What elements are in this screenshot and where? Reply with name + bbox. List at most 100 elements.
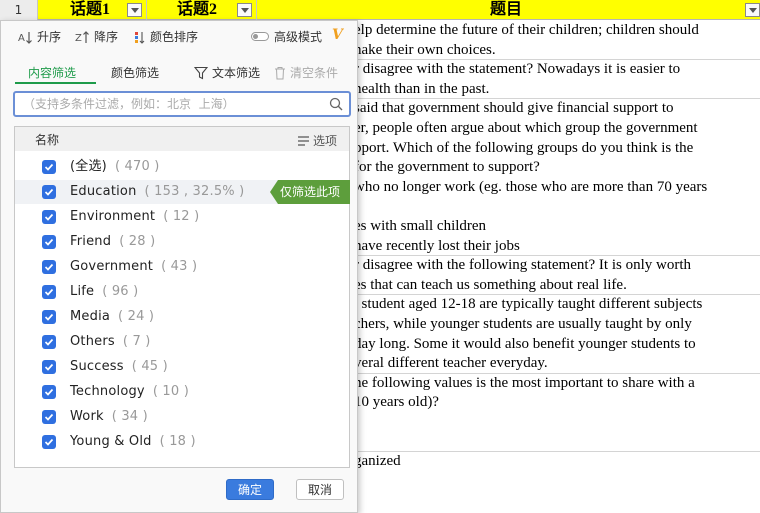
cell-text-line: chers, while younger students are usuall… <box>354 316 692 332</box>
checkbox[interactable] <box>42 335 56 349</box>
list-item-label: Technology ( 10 ) <box>70 383 189 401</box>
list-item-label: Government ( 43 ) <box>70 258 197 276</box>
filter-dropdown-topic2[interactable] <box>237 3 252 17</box>
checkbox[interactable] <box>42 210 56 224</box>
sort-descending-icon: Z <box>75 30 89 44</box>
cell-text-line: who no longer work (eg. those who are mo… <box>354 178 708 195</box>
list-item-label: Education ( 153 , 32.5% ) <box>70 183 244 201</box>
list-item-label: Environment ( 12 ) <box>70 208 199 226</box>
list-item[interactable]: Environment ( 12 ) <box>15 205 349 229</box>
column-header-question[interactable]: 题目 <box>490 0 522 20</box>
clear-conditions-label: 清空条件 <box>290 66 339 80</box>
item-name: Friend <box>70 234 112 249</box>
list-item[interactable]: Young & Old ( 18 ) <box>15 430 349 454</box>
list-item[interactable]: Others ( 7 ) <box>15 330 349 354</box>
item-count: ( 10 ) <box>152 384 189 399</box>
checkbox[interactable] <box>42 410 56 424</box>
checkbox[interactable] <box>42 385 56 399</box>
list-item[interactable]: Technology ( 10 ) <box>15 380 349 404</box>
clear-conditions-button[interactable]: 清空条件 <box>274 64 338 82</box>
item-name: Education <box>70 184 137 199</box>
list-item-label: Young & Old ( 18 ) <box>70 433 196 451</box>
cell-text-line: es with small children <box>354 218 487 234</box>
tab-color-filter[interactable]: 颜色筛选 <box>111 64 159 82</box>
item-count: ( 12 ) <box>163 209 200 224</box>
row-number[interactable]: 1 <box>0 0 38 20</box>
sort-descending-button[interactable]: Z 降序 <box>75 28 118 46</box>
checkmark-icon <box>44 238 54 246</box>
cell-text-line: veral different teacher everyday. <box>354 355 548 372</box>
item-count: ( 18 ) <box>159 434 196 449</box>
filter-dropdown-question[interactable] <box>745 3 760 17</box>
list-item[interactable]: Media ( 24 ) <box>15 305 349 329</box>
filter-dropdown-topic1[interactable] <box>127 3 142 17</box>
cancel-button[interactable]: 取消 <box>296 479 344 500</box>
header-row: 1 话题1 话题2 题目 <box>0 0 760 20</box>
item-count: ( 28 ) <box>119 234 156 249</box>
checkbox[interactable] <box>42 160 56 174</box>
ok-button[interactable]: 确定 <box>226 479 274 500</box>
item-name: (全选) <box>70 159 107 174</box>
cell-text-line: , student aged 12-18 are typically taugh… <box>354 296 703 313</box>
text-filter-button[interactable]: 文本筛选 <box>194 64 260 82</box>
item-name: Government <box>70 259 154 274</box>
column-divider <box>256 0 257 20</box>
list-item-label: (全选) ( 470 ) <box>70 158 160 176</box>
search-input[interactable] <box>23 95 323 113</box>
cell-text-line: ganized <box>354 453 401 470</box>
only-filter-this-button[interactable]: 仅筛选此项 <box>270 180 350 204</box>
list-item-select-all[interactable]: (全选) ( 470 ) <box>15 155 349 179</box>
list-item[interactable]: Work ( 34 ) <box>15 405 349 429</box>
item-count: ( 96 ) <box>102 284 139 299</box>
item-name: Technology <box>70 384 145 399</box>
checkbox[interactable] <box>42 285 56 299</box>
item-name: Others <box>70 334 115 349</box>
column-header-topic1[interactable]: 话题1 <box>70 0 110 20</box>
text-filter-label: 文本筛选 <box>212 66 261 80</box>
tab-content-filter[interactable]: 内容筛选 <box>28 64 76 82</box>
list-header: 名称 选项 <box>15 127 349 151</box>
checkbox[interactable] <box>42 360 56 374</box>
sort-descending-label: 降序 <box>94 30 119 44</box>
item-count: ( 153 , 32.5% ) <box>144 184 245 199</box>
checkmark-icon <box>44 263 54 271</box>
search-box <box>13 91 351 117</box>
checkmark-icon <box>44 188 54 196</box>
list-item[interactable]: Friend ( 28 ) <box>15 230 349 254</box>
checkbox[interactable] <box>42 260 56 274</box>
checkmark-icon <box>44 313 54 321</box>
checkmark-icon <box>44 338 54 346</box>
list-item-label: Media ( 24 ) <box>70 308 154 326</box>
sort-ascending-button[interactable]: A 升序 <box>18 28 61 46</box>
column-header-topic2[interactable]: 话题2 <box>177 0 217 20</box>
list-item[interactable]: Education ( 153 , 32.5% ) 仅筛选此项 <box>15 180 350 204</box>
checkbox[interactable] <box>42 435 56 449</box>
filter-panel: A 升序 Z 降序 颜色排序 高级模式 V 内容筛选 颜色筛选 文本筛选 清空条… <box>0 20 358 513</box>
cell-text-line: er, people often argue about which group… <box>354 120 698 136</box>
color-sort-button[interactable]: 颜色排序 <box>134 28 198 46</box>
list-options-button[interactable]: 选项 <box>297 132 337 149</box>
cell-text-line: es that can teach us something about rea… <box>354 276 627 293</box>
checkmark-icon <box>44 363 54 371</box>
color-sort-label: 颜色排序 <box>150 30 199 44</box>
list-item[interactable]: Success ( 45 ) <box>15 355 349 379</box>
list-item-label: Success ( 45 ) <box>70 358 168 376</box>
svg-text:A: A <box>18 33 25 44</box>
checkmark-icon <box>44 413 54 421</box>
checkbox[interactable] <box>42 235 56 249</box>
checkbox[interactable] <box>42 185 56 199</box>
column-divider <box>146 0 147 20</box>
advanced-mode-toggle[interactable] <box>251 32 269 41</box>
item-count: ( 34 ) <box>111 409 148 424</box>
vip-icon: V <box>332 27 343 43</box>
list-item[interactable]: Life ( 96 ) <box>15 280 349 304</box>
checkbox[interactable] <box>42 310 56 324</box>
cell-text-line: have recently lost their jobs <box>354 237 520 254</box>
list-item[interactable]: Government ( 43 ) <box>15 255 349 279</box>
list-header-name: 名称 <box>35 133 60 147</box>
item-name: Success <box>70 359 124 374</box>
search-icon[interactable] <box>329 97 343 111</box>
item-name: Work <box>70 409 104 424</box>
advanced-mode-label: 高级模式 <box>274 30 323 44</box>
trash-icon <box>275 67 285 80</box>
